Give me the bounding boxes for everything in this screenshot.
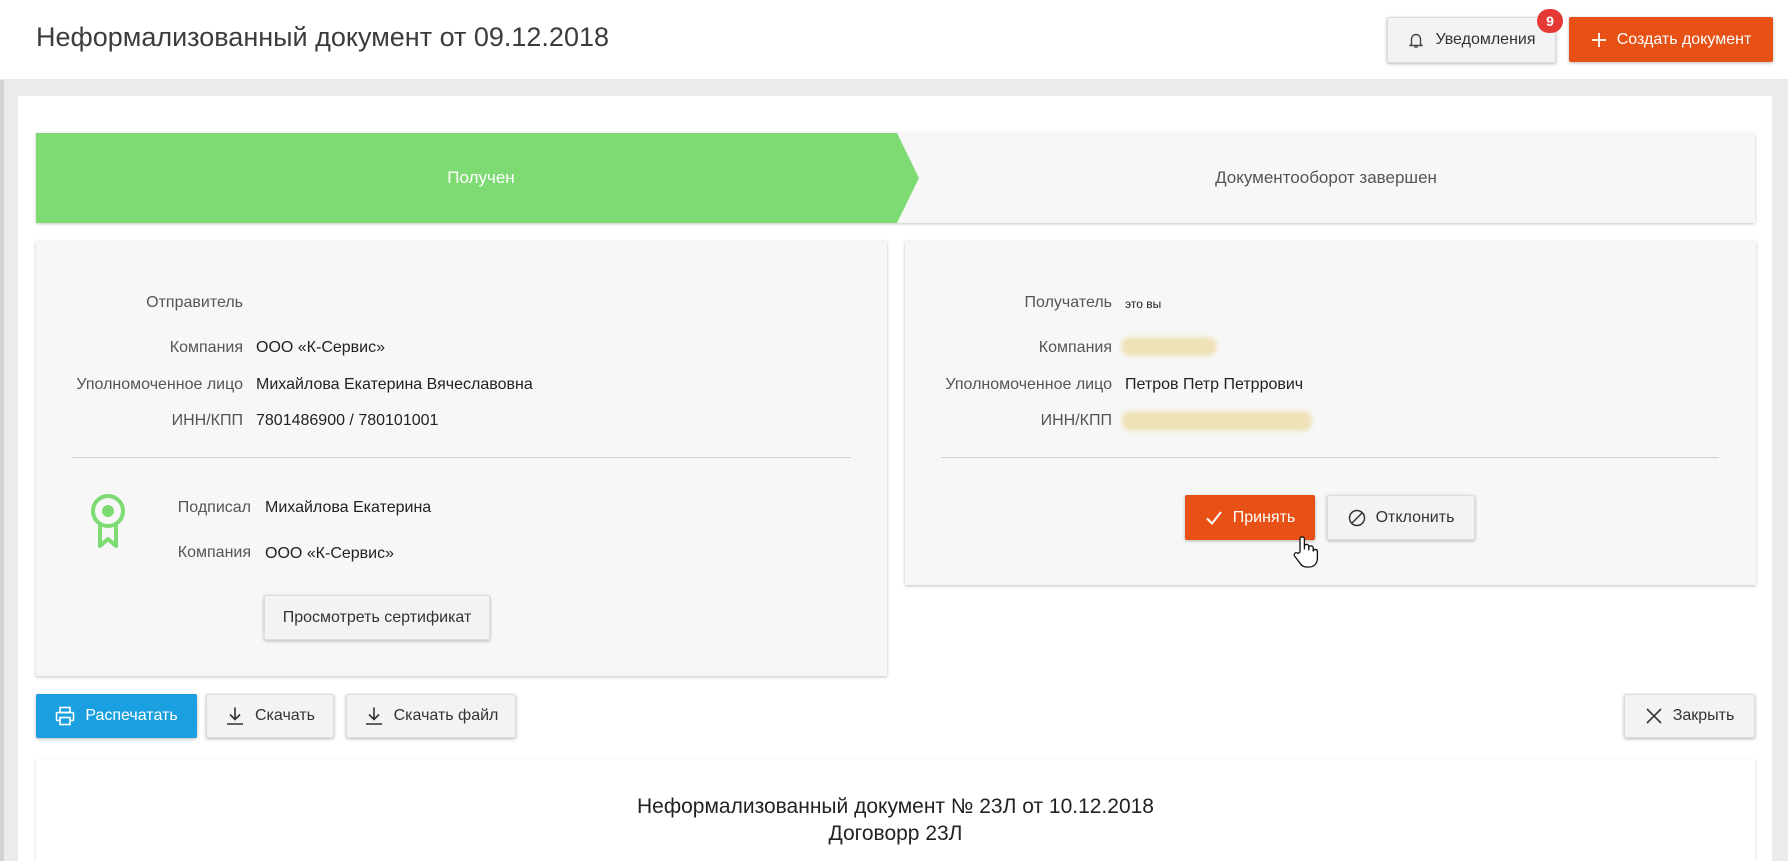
step-received-label: Получен	[447, 168, 515, 187]
close-button[interactable]: Закрыть	[1624, 694, 1755, 738]
download-icon	[225, 706, 245, 726]
accept-label: Принять	[1232, 508, 1296, 526]
recipient-inn-label: ИНН/КПП	[1040, 412, 1112, 429]
recipient-authorized-label: Уполномоченное лицо	[945, 376, 1112, 393]
sender-company-value: ООО «К-Сервис»	[256, 339, 386, 356]
create-document-label: Создать документ	[1616, 30, 1752, 48]
download-file-icon	[364, 706, 384, 726]
close-label: Закрыть	[1672, 707, 1735, 724]
sender-inn-value: 7801486900 / 780101001	[256, 412, 439, 429]
notifications-count-badge: 9	[1537, 9, 1563, 33]
signed-company-value: ООО «К-Сервис»	[265, 545, 395, 562]
download-label: Скачать	[255, 707, 315, 724]
notifications-button[interactable]: Уведомления	[1387, 17, 1556, 63]
sender-authorized-value: Михайлова Екатерина Вячеславовна	[256, 376, 533, 393]
sender-heading: Отправитель	[146, 294, 243, 311]
print-button[interactable]: Распечатать	[36, 694, 197, 738]
sender-divider	[72, 457, 851, 458]
reject-button[interactable]: Отклонить	[1327, 495, 1475, 540]
download-file-button[interactable]: Скачать файл	[346, 694, 516, 738]
create-document-button[interactable]: Создать документ	[1569, 17, 1773, 62]
left-edge	[0, 80, 4, 861]
view-certificate-label: Просмотреть сертификат	[282, 608, 472, 626]
check-icon	[1205, 510, 1223, 526]
recipient-divider	[941, 457, 1719, 458]
document-title: Неформализованный документ № 23Л от 10.1…	[636, 795, 1154, 818]
signed-value: Михайлова Екатерина	[265, 499, 432, 516]
accept-button[interactable]: Принять	[1185, 495, 1315, 540]
reject-label: Отклонить	[1375, 508, 1455, 526]
view-certificate-button[interactable]: Просмотреть сертификат	[264, 595, 490, 640]
bell-icon	[1407, 31, 1425, 49]
page-title: Неформализованный документ от 09.12.2018	[36, 22, 609, 52]
close-icon	[1645, 707, 1663, 725]
sender-inn-label: ИНН/КПП	[171, 412, 243, 429]
download-file-label: Скачать файл	[393, 707, 499, 724]
hand-cursor-icon	[1291, 535, 1319, 569]
download-button[interactable]: Скачать	[206, 694, 334, 738]
recipient-note: это вы	[1125, 297, 1162, 311]
signed-company-label: Компания	[177, 544, 251, 561]
certificate-badge-icon	[88, 492, 128, 550]
notifications-label: Уведомления	[1435, 31, 1536, 48]
sender-company-label: Компания	[169, 339, 243, 356]
plus-icon	[1591, 32, 1607, 48]
recipient-inn-redacted	[1122, 411, 1312, 431]
recipient-company-label: Компания	[1038, 339, 1112, 356]
sender-authorized-label: Уполномоченное лицо	[76, 376, 243, 393]
recipient-heading: Получатель	[1024, 294, 1112, 311]
step-completed-label: Документооборот завершен	[1215, 168, 1437, 187]
signed-label: Подписал	[177, 499, 251, 516]
recipient-company-redacted	[1121, 337, 1217, 356]
document-subtitle: Договорр 23Л	[828, 822, 963, 845]
block-icon	[1348, 509, 1366, 527]
printer-icon	[55, 706, 75, 726]
print-label: Распечатать	[85, 707, 178, 724]
recipient-authorized-value: Петров Петр Петррович	[1125, 376, 1304, 393]
